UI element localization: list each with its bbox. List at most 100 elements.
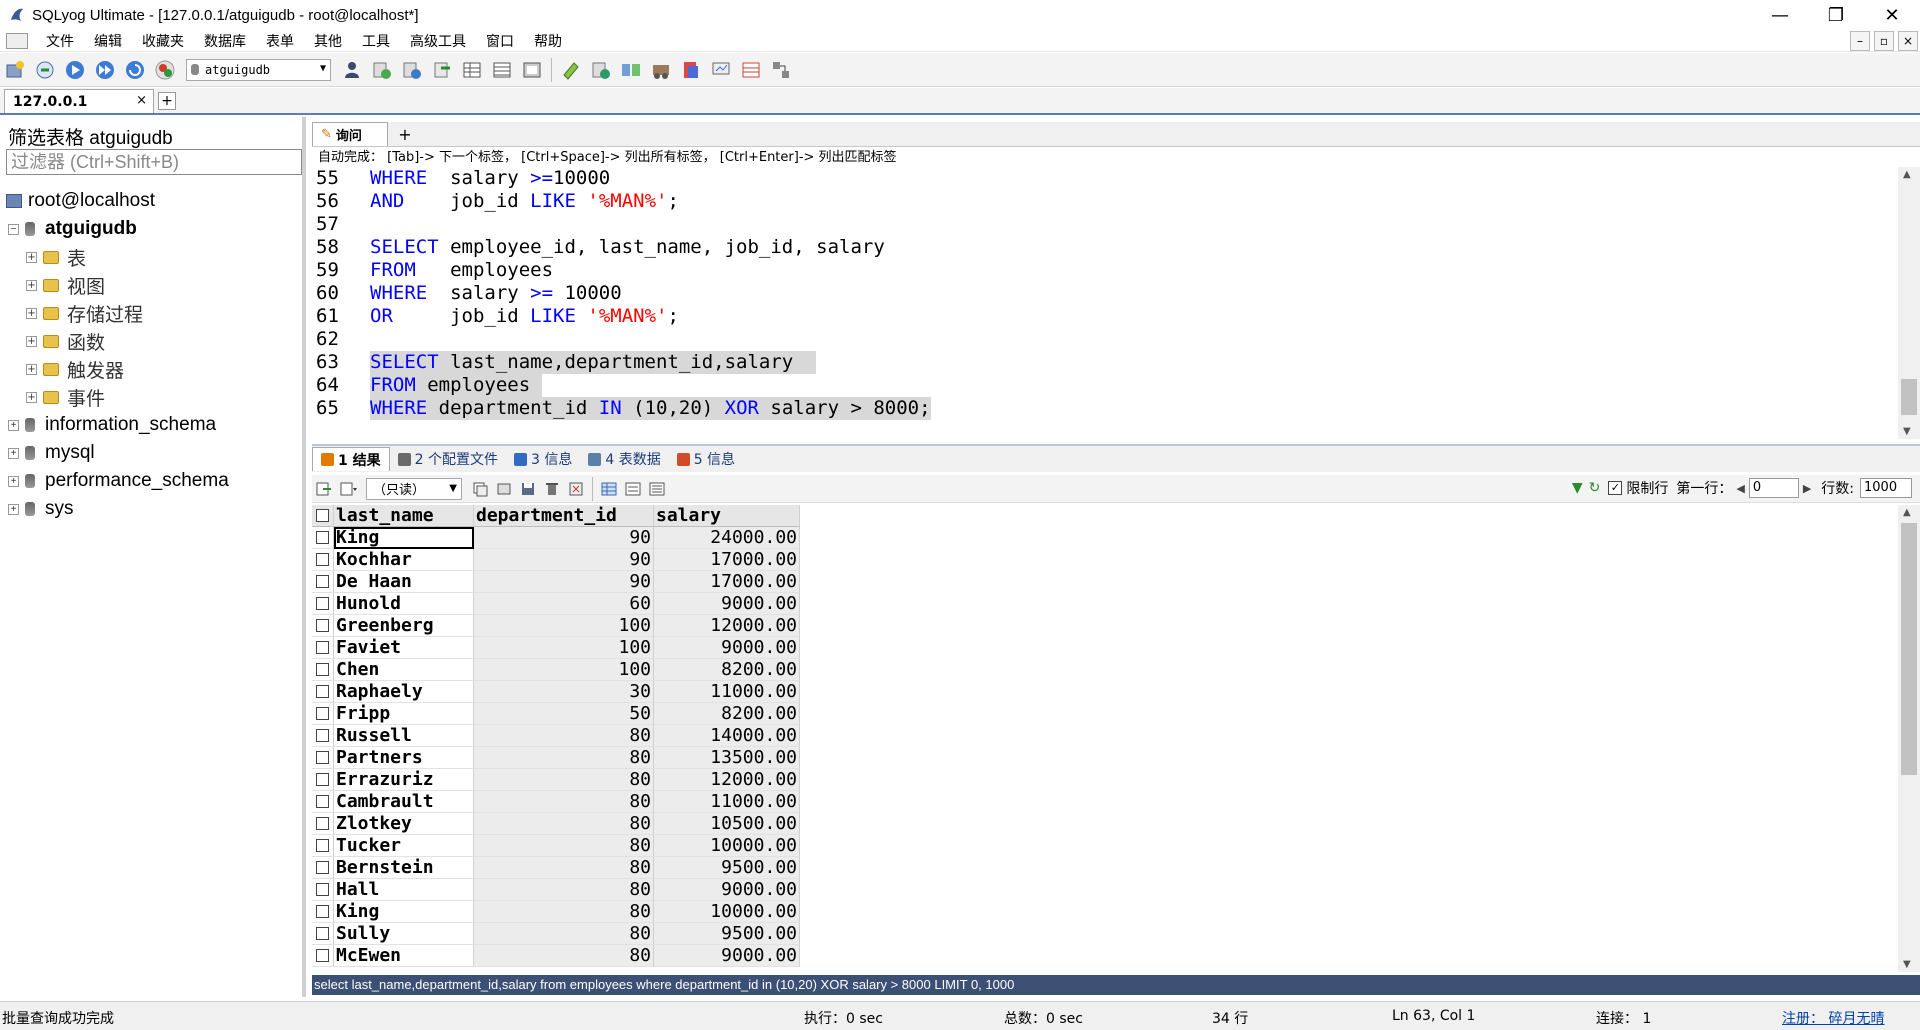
table-cell[interactable]: 80 [474,725,654,747]
result-mode-select[interactable]: （只读） ▼ [366,477,462,500]
menu-window[interactable]: 窗口 [476,31,524,51]
column-header[interactable]: last_name [334,505,474,527]
new-query-tab-button[interactable]: + [396,125,414,144]
menu-favorites[interactable]: 收藏夹 [132,31,194,51]
table-row[interactable]: Greenberg 100 12000.00 [312,615,1898,637]
expand-icon[interactable]: + [8,419,19,431]
mdi-close-button[interactable]: × [1898,31,1918,51]
minimize-button[interactable]: — [1752,0,1808,30]
table-row[interactable]: King 90 24000.00 [312,527,1898,549]
export-menu-icon[interactable] [338,479,358,499]
data-sync-icon[interactable] [768,57,794,83]
column-header[interactable]: department_id [474,505,654,527]
table-cell[interactable]: 14000.00 [654,725,800,747]
table-cell[interactable]: 80 [474,879,654,901]
new-connection-tab-button[interactable]: + [158,92,176,110]
compare-icon[interactable] [618,57,644,83]
table-cell[interactable]: 80 [474,747,654,769]
code-line[interactable]: 65 WHERE department_id IN (10,20) XOR sal… [312,397,1898,420]
table-row[interactable]: Hall 80 9000.00 [312,879,1898,901]
row-count-input[interactable]: 1000 [1860,478,1912,498]
code-line[interactable]: 56 AND job_id LIKE '%MAN%'; [312,190,1898,213]
schema-designer-icon[interactable] [519,57,545,83]
user-manager-icon[interactable] [339,57,365,83]
table-cell[interactable]: 90 [474,527,654,549]
table-cell[interactable]: Fripp [334,703,474,725]
table-cell[interactable]: 80 [474,769,654,791]
menu-database[interactable]: 数据库 [194,31,256,51]
tree-folder-procedures[interactable]: + 存储过程 [0,299,300,327]
menu-advanced-tools[interactable]: 高级工具 [400,31,476,51]
table-cell[interactable]: 80 [474,945,654,967]
table-cell[interactable]: 9000.00 [654,879,800,901]
table-cell[interactable]: King [334,527,474,549]
tree-folder-events[interactable]: + 事件 [0,383,300,411]
row-checkbox[interactable] [312,659,334,681]
table-cell[interactable]: 10000.00 [654,901,800,923]
duplicate-row-icon[interactable] [494,479,514,499]
code-line[interactable]: 58 SELECT employee_id, last_name, job_id,… [312,236,1898,259]
table-cell[interactable]: Zlotkey [334,813,474,835]
first-row-input[interactable]: 0 [1748,478,1799,498]
table-cell[interactable]: 60 [474,593,654,615]
row-checkbox[interactable] [312,835,334,857]
connection-tab[interactable]: 127.0.0.1 × [4,89,154,113]
table-cell[interactable]: Hall [334,879,474,901]
expand-icon[interactable]: + [8,503,19,515]
table-cell[interactable]: 9500.00 [654,923,800,945]
menu-table[interactable]: 表单 [256,31,304,51]
table-cell[interactable]: Greenberg [334,615,474,637]
database-select[interactable]: atguigudb ▼ [186,58,331,81]
schema-report-icon[interactable] [738,57,764,83]
table-row[interactable]: Partners 80 13500.00 [312,747,1898,769]
restore-icon[interactable] [399,57,425,83]
table-cell[interactable]: King [334,901,474,923]
menu-help[interactable]: 帮助 [524,31,572,51]
tab-query[interactable]: ✎ 询问 [312,122,388,146]
sql-editor[interactable]: 55 WHERE salary >=10000 56 AND job_id LIKE … [312,167,1898,439]
table-cell[interactable]: Bernstein [334,857,474,879]
table-cell[interactable]: 13500.00 [654,747,800,769]
select-all-checkbox[interactable] [312,505,334,527]
table-cell[interactable]: 11000.00 [654,681,800,703]
tree-db-sys[interactable]: + sys [0,495,300,523]
expand-icon[interactable]: + [26,335,37,347]
row-checkbox[interactable] [312,527,334,549]
row-checkbox[interactable] [312,615,334,637]
document-icon[interactable] [6,32,28,49]
table-row[interactable]: Zlotkey 80 10500.00 [312,813,1898,835]
table-cell[interactable]: 30 [474,681,654,703]
export-results-icon[interactable] [314,479,334,499]
menu-file[interactable]: 文件 [36,31,84,51]
register-link[interactable]: 注册： 碎月无晴 [1782,1008,1884,1028]
delete-icon[interactable] [542,479,562,499]
tree-server[interactable]: root@localhost [0,187,300,215]
collapse-icon[interactable]: − [8,223,19,235]
table-row[interactable]: Hunold 60 9000.00 [312,593,1898,615]
row-checkbox[interactable] [312,901,334,923]
row-checkbox[interactable] [312,637,334,659]
row-checkbox[interactable] [312,857,334,879]
table-cell[interactable]: Partners [334,747,474,769]
result-tab[interactable]: 4 表数据 [580,447,668,471]
table-cell[interactable]: 17000.00 [654,571,800,593]
code-line[interactable]: 59 FROM employees [312,259,1898,282]
query-builder-icon[interactable] [558,57,584,83]
filter-input[interactable]: 过滤器 (Ctrl+Shift+B) [6,149,302,175]
table-cell[interactable]: Sully [334,923,474,945]
table-cell[interactable]: 80 [474,813,654,835]
table-cell[interactable]: 10000.00 [654,835,800,857]
stop-icon[interactable] [152,57,178,83]
tree-folder-tables[interactable]: + 表 [0,243,300,271]
table-cell[interactable]: 17000.00 [654,549,800,571]
table-cell[interactable]: 8200.00 [654,659,800,681]
table-row[interactable]: King 80 10000.00 [312,901,1898,923]
row-checkbox[interactable] [312,593,334,615]
execute-all-icon[interactable] [92,57,118,83]
table-row[interactable]: Chen 100 8200.00 [312,659,1898,681]
refresh-results-icon[interactable]: ↻ [1589,480,1601,496]
code-line[interactable]: 62 [312,328,1898,351]
expand-icon[interactable]: + [26,251,37,263]
result-tab[interactable]: 5 信息 [669,447,743,471]
table-cell[interactable]: Cambrault [334,791,474,813]
